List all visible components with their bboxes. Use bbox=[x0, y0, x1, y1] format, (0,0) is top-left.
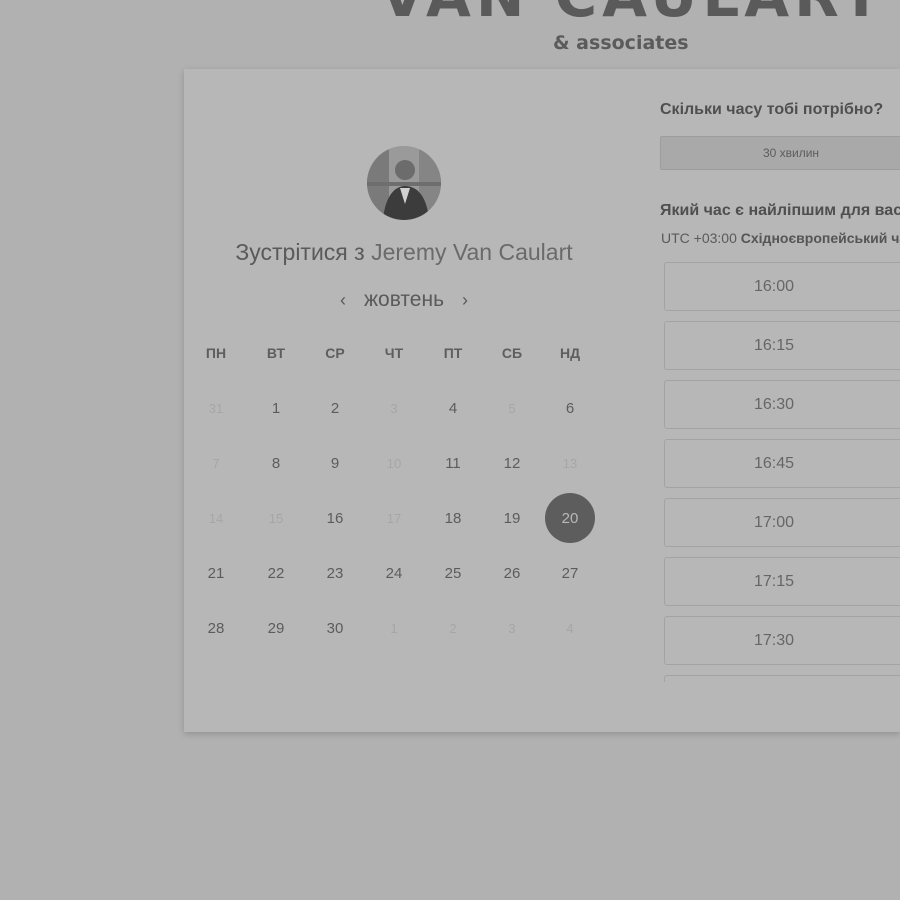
calendar-day[interactable]: 24 bbox=[369, 548, 419, 598]
calendar-day[interactable]: 23 bbox=[310, 548, 360, 598]
calendar-day[interactable]: 6 bbox=[545, 383, 595, 433]
meeting-title: Зустрітися з Jeremy Van Caulart bbox=[184, 239, 624, 266]
calendar-day[interactable]: 16 bbox=[310, 493, 360, 543]
calendar-day[interactable]: 25 bbox=[428, 548, 478, 598]
calendar-day: 1 bbox=[390, 620, 398, 636]
calendar-day-selected[interactable]: 20 bbox=[545, 493, 595, 543]
calendar-day[interactable]: 26 bbox=[487, 548, 537, 598]
time-slot-button[interactable]: 16:45 bbox=[664, 439, 900, 488]
duration-question: Скільки часу тобі потрібно? bbox=[660, 101, 884, 118]
time-slot-button[interactable]: 16:15 bbox=[664, 321, 900, 370]
timezone-name: Східноєвропейський час bbox=[740, 230, 900, 246]
calendar-day: 2 bbox=[449, 620, 457, 636]
time-slot-button[interactable]: 17:00 bbox=[664, 498, 900, 547]
calendar-day[interactable]: 1 bbox=[251, 383, 301, 433]
chevron-right-icon[interactable]: › bbox=[462, 290, 468, 311]
calendar-day: 3 bbox=[508, 620, 516, 636]
time-slot-button[interactable]: 17:15 bbox=[664, 557, 900, 606]
calendar-day: 5 bbox=[508, 400, 516, 416]
calendar-day: 10 bbox=[386, 455, 402, 471]
weekday-header: ПН bbox=[205, 345, 227, 361]
booking-card: Зустрітися з Jeremy Van Caulart ‹ жовтен… bbox=[184, 69, 900, 732]
calendar-day[interactable]: 29 bbox=[251, 603, 301, 653]
weekday-header: НД bbox=[559, 345, 581, 361]
weekday-header: ПТ bbox=[443, 345, 463, 361]
time-slot-button[interactable] bbox=[664, 675, 900, 682]
calendar-day[interactable]: 4 bbox=[428, 383, 478, 433]
time-slot-button[interactable]: 16:30 bbox=[664, 380, 900, 429]
host-avatar bbox=[367, 146, 441, 220]
month-navigation: ‹ жовтень › bbox=[324, 285, 484, 315]
duration-select[interactable]: 30 хвилин bbox=[660, 136, 900, 170]
weekday-header: ВТ bbox=[266, 345, 286, 361]
timezone-offset: UTC +03:00 bbox=[661, 230, 737, 246]
calendar-day[interactable]: 11 bbox=[428, 438, 478, 488]
calendar-day[interactable]: 27 bbox=[545, 548, 595, 598]
calendar-day[interactable]: 30 bbox=[310, 603, 360, 653]
calendar-day[interactable]: 19 bbox=[487, 493, 537, 543]
brand-logo-title: VAN CAULART bbox=[380, 0, 900, 26]
calendar-day: 13 bbox=[562, 455, 578, 471]
host-photo bbox=[367, 146, 441, 220]
chevron-left-icon[interactable]: ‹ bbox=[340, 290, 346, 311]
calendar-day[interactable]: 21 bbox=[191, 548, 241, 598]
calendar-day[interactable]: 22 bbox=[251, 548, 301, 598]
month-label: жовтень bbox=[363, 288, 445, 311]
calendar-day: 3 bbox=[390, 400, 398, 416]
time-slot-button[interactable]: 16:00 bbox=[664, 262, 900, 311]
weekday-header: СР bbox=[325, 345, 345, 361]
calendar-day[interactable]: 28 bbox=[191, 603, 241, 653]
calendar-day: 14 bbox=[208, 510, 224, 526]
brand-logo-subtitle: & associates bbox=[553, 32, 689, 54]
meeting-title-prefix: Зустрітися з bbox=[235, 239, 365, 265]
calendar-day: 4 bbox=[566, 620, 574, 636]
calendar-day[interactable]: 18 bbox=[428, 493, 478, 543]
calendar-day: 15 bbox=[268, 510, 284, 526]
calendar-day[interactable]: 8 bbox=[251, 438, 301, 488]
calendar-day[interactable]: 9 bbox=[310, 438, 360, 488]
time-slot-list: 16:00 16:15 16:30 16:45 17:00 17:15 17:30 bbox=[664, 262, 900, 682]
host-name: Jeremy Van Caulart bbox=[371, 239, 573, 265]
weekday-header: ЧТ bbox=[384, 345, 404, 361]
calendar-day[interactable]: 2 bbox=[310, 383, 360, 433]
calendar-day: 31 bbox=[208, 400, 224, 416]
calendar-day[interactable]: 12 bbox=[487, 438, 537, 488]
calendar-day: 7 bbox=[212, 455, 220, 471]
calendar-day: 17 bbox=[386, 510, 402, 526]
timezone-label[interactable]: UTC +03:00 Східноєвропейський час bbox=[661, 230, 900, 246]
time-slot-button[interactable]: 17:30 bbox=[664, 616, 900, 665]
weekday-header: СБ bbox=[501, 345, 523, 361]
time-question: Який час є найліпшим для вас? bbox=[660, 202, 900, 219]
